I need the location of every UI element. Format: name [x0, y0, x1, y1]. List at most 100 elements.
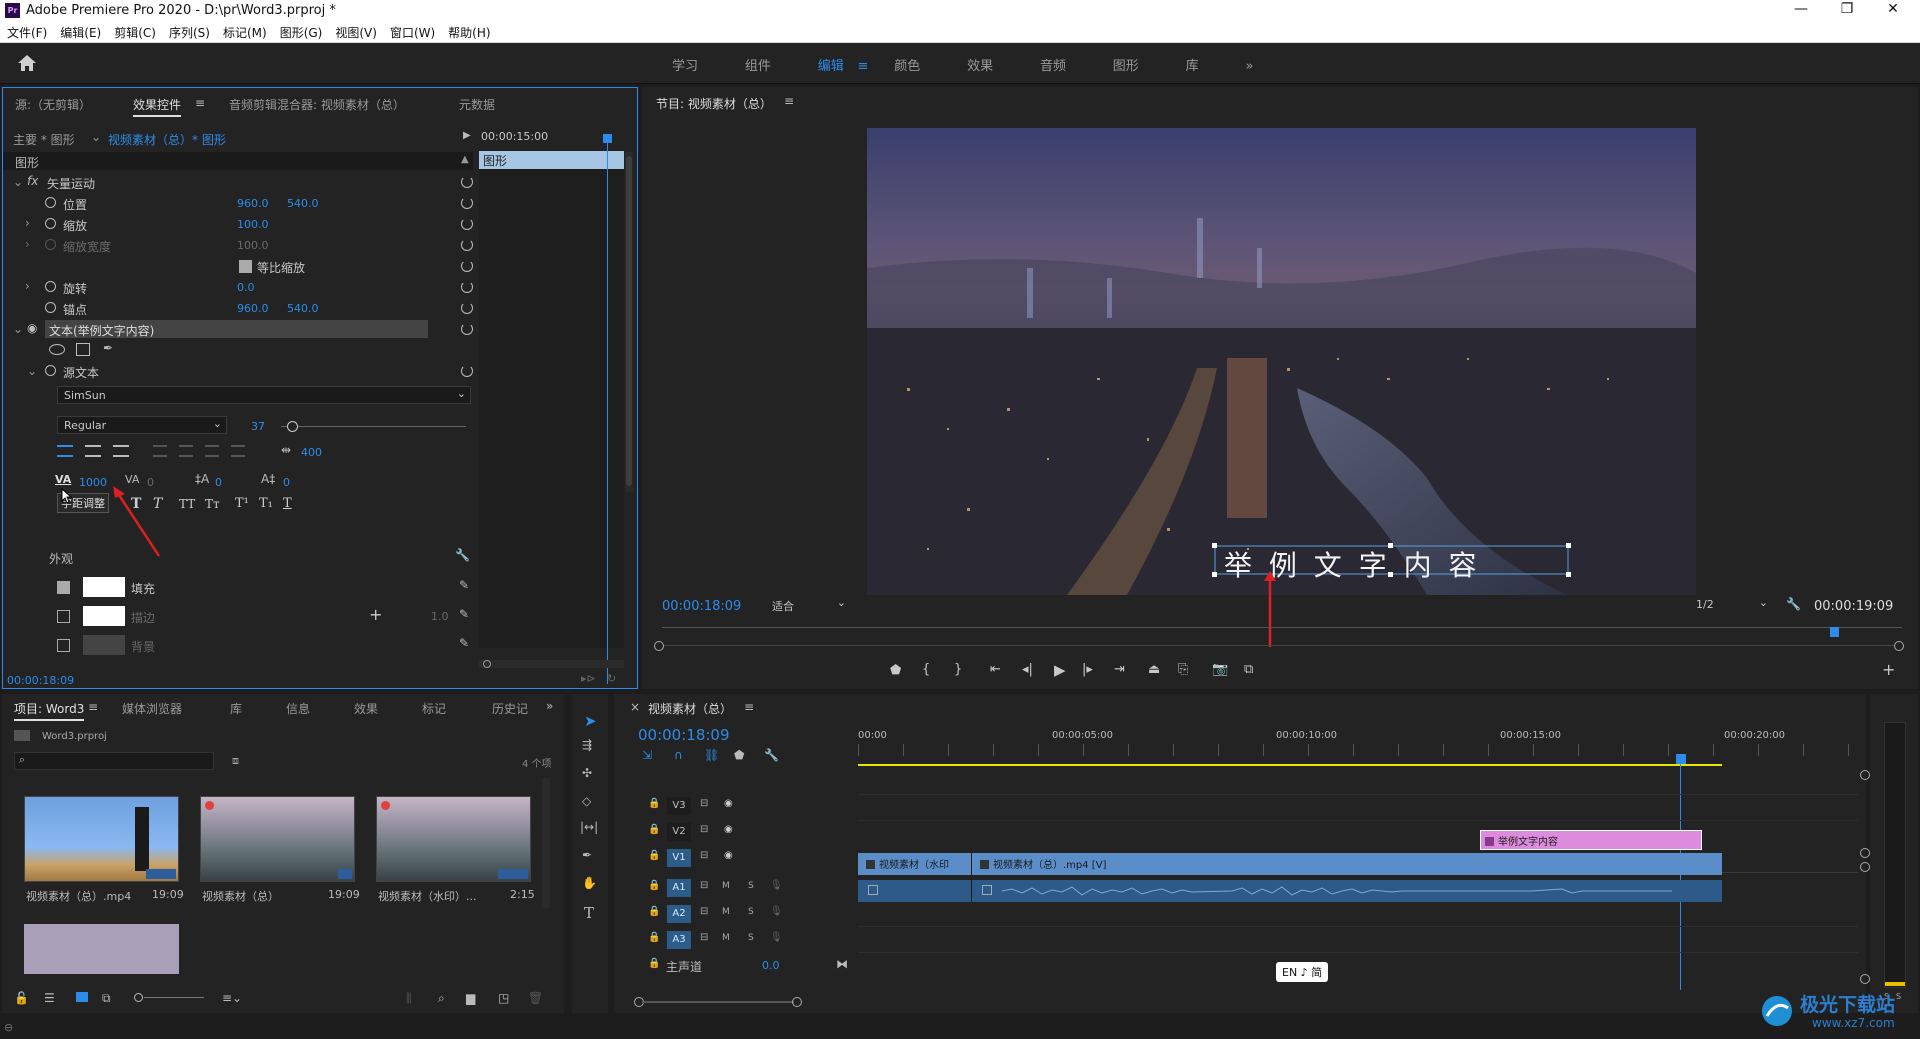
pen-tool-icon[interactable]: ✒: [582, 848, 592, 862]
uniform-scale-checkbox[interactable]: [239, 260, 252, 273]
track-label[interactable]: A3: [667, 931, 691, 949]
tab-menu-icon[interactable]: ≡: [195, 96, 205, 110]
add-marker-icon[interactable]: ⬟: [734, 748, 744, 762]
sync-lock-icon[interactable]: ⊟: [700, 932, 708, 943]
chevron-down-icon[interactable]: ⌄: [91, 130, 101, 144]
workspace-tab-audio[interactable]: 音频: [1040, 55, 1066, 74]
fit-dropdown[interactable]: 适合 ⌄: [766, 596, 850, 614]
panel-menu-icon[interactable]: ≡: [88, 700, 98, 714]
eyedropper-icon[interactable]: ✎: [459, 607, 469, 621]
kerning-value[interactable]: 1000: [79, 476, 107, 489]
hand-tool-icon[interactable]: ✋: [582, 876, 597, 890]
lock-icon[interactable]: 🔒: [648, 824, 660, 835]
align-right-icon[interactable]: [113, 445, 129, 457]
lock-icon[interactable]: 🔒: [648, 798, 660, 809]
close-icon[interactable]: ✕: [1870, 1, 1916, 17]
play-only-icon[interactable]: ▶: [463, 130, 471, 141]
ellipse-mask-icon[interactable]: [49, 344, 65, 355]
home-icon[interactable]: [16, 53, 38, 73]
background-color-swatch[interactable]: [83, 635, 125, 655]
menu-window[interactable]: 窗口(W): [383, 21, 441, 41]
sequence-name[interactable]: 视频素材（总）: [648, 700, 732, 717]
thumbnail-item-4[interactable]: [24, 924, 179, 974]
stopwatch-icon[interactable]: [45, 365, 56, 376]
v-zoom-handle[interactable]: [1860, 848, 1870, 858]
track-label[interactable]: A1: [667, 879, 691, 897]
workspace-tab-editing[interactable]: 编辑: [818, 55, 844, 74]
collapse-icon[interactable]: ⌄: [13, 175, 23, 189]
kerning-icon[interactable]: VA: [55, 473, 71, 486]
master-value[interactable]: 0.0: [762, 959, 780, 972]
track-label[interactable]: A2: [667, 905, 691, 923]
ripple-edit-tool-icon[interactable]: ✣: [582, 766, 592, 780]
loop-icon[interactable]: ↻: [607, 672, 616, 685]
tracking-box-icon[interactable]: ⇹: [281, 443, 291, 457]
item-3-name[interactable]: 视频素材（水印）...: [378, 888, 477, 904]
eyedropper-icon[interactable]: ✎: [459, 636, 469, 650]
stopwatch-icon[interactable]: [45, 302, 56, 313]
rotation-value[interactable]: 0.0: [237, 281, 255, 294]
font-size-value[interactable]: 37: [251, 420, 265, 433]
button-editor-icon[interactable]: +: [1882, 660, 1895, 679]
sort-icon[interactable]: ≡⌄: [222, 991, 242, 1005]
baseline-icon[interactable]: A‡: [261, 472, 275, 486]
background-checkbox[interactable]: [57, 639, 70, 652]
stroke-color-swatch[interactable]: [83, 606, 125, 626]
tab-media-browser[interactable]: 媒体浏览器: [122, 700, 182, 717]
eyedropper-icon[interactable]: ✎: [459, 578, 469, 592]
tab-libraries[interactable]: 库: [230, 700, 242, 717]
lock-icon[interactable]: 🔒: [648, 906, 660, 917]
menu-marker[interactable]: 标记(M): [216, 21, 273, 41]
h-scroll-bar[interactable]: [642, 1001, 794, 1003]
tab-history[interactable]: 历史记: [492, 700, 528, 717]
scale-value[interactable]: 100.0: [237, 218, 269, 231]
fx-icon[interactable]: fx: [27, 174, 38, 188]
menu-graphics[interactable]: 图形(G): [273, 21, 329, 41]
slip-tool-icon[interactable]: |↔|: [580, 820, 598, 834]
eye-icon[interactable]: ◉: [27, 321, 37, 335]
menu-file[interactable]: 文件(F): [0, 21, 53, 41]
wrench-icon[interactable]: 🔧: [455, 548, 470, 562]
work-area-bar[interactable]: [858, 764, 1722, 766]
workspace-menu-icon[interactable]: ≡: [858, 59, 869, 74]
track-label[interactable]: V2: [667, 823, 691, 841]
extract-icon[interactable]: ⎘: [1178, 662, 1188, 677]
reset-icon[interactable]: [461, 281, 473, 293]
item-2-name[interactable]: 视频素材（总）: [202, 888, 279, 904]
mute-button[interactable]: M: [722, 907, 730, 917]
program-playhead[interactable]: [1830, 627, 1839, 637]
expand-icon[interactable]: ›: [25, 279, 30, 293]
workspace-tab-libraries[interactable]: 库: [1186, 55, 1199, 74]
ruler-ticks[interactable]: [858, 744, 1864, 756]
scrubber-zoom-right-handle[interactable]: [1894, 641, 1904, 651]
mark-in-icon[interactable]: {: [922, 662, 930, 677]
more-tabs-icon[interactable]: »: [546, 699, 553, 713]
add-marker-icon[interactable]: ⬟: [890, 663, 901, 678]
project-scrollbar[interactable]: [542, 778, 550, 908]
export-frame-icon[interactable]: ▸⊳: [581, 672, 596, 685]
tab-info[interactable]: 信息: [286, 700, 310, 717]
minimize-icon[interactable]: —: [1778, 1, 1824, 17]
program-scrubber-track[interactable]: [662, 627, 1902, 628]
mute-button[interactable]: M: [722, 881, 730, 891]
selection-tool-icon[interactable]: ➤: [584, 712, 597, 730]
wrench-icon[interactable]: 🔧: [1786, 597, 1801, 611]
new-bin-from-search-icon[interactable]: ⧈: [232, 754, 239, 768]
add-stroke-icon[interactable]: +: [369, 605, 382, 624]
title-clip[interactable]: 举例文字内容: [1480, 830, 1702, 850]
fill-color-swatch[interactable]: [83, 577, 125, 597]
subscript-icon[interactable]: T₁: [259, 496, 273, 511]
microphone-icon[interactable]: 🎙: [770, 932, 783, 943]
pen-mask-icon[interactable]: ✒: [103, 341, 113, 355]
video-frame[interactable]: [867, 128, 1696, 595]
workspace-tab-graphics[interactable]: 图形: [1113, 55, 1139, 74]
reset-icon[interactable]: [461, 302, 473, 314]
stopwatch-icon[interactable]: [45, 218, 56, 229]
export-frame-icon[interactable]: 📷: [1212, 662, 1228, 677]
mute-button[interactable]: M: [722, 933, 730, 943]
menu-edit[interactable]: 编辑(E): [53, 21, 107, 41]
microphone-icon[interactable]: 🎙: [770, 880, 783, 891]
item-1-name[interactable]: 视频素材（总）.mp4: [26, 888, 131, 904]
razor-tool-icon[interactable]: ◇: [582, 794, 591, 808]
menu-sequence[interactable]: 序列(S): [162, 21, 216, 41]
